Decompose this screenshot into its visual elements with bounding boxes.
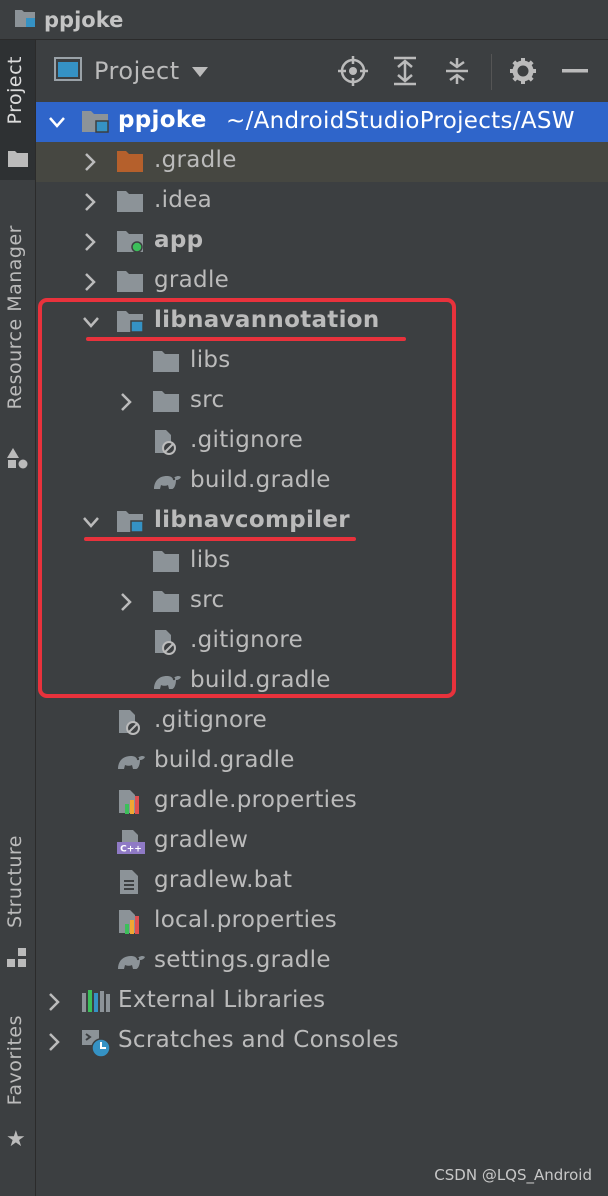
tree-item-build-gradle[interactable]: build.gradle [36, 742, 608, 782]
hide-icon[interactable] [558, 54, 592, 88]
folder-icon [116, 189, 144, 215]
tree-item-external-libraries[interactable]: External Libraries [36, 982, 608, 1022]
folder-icon [8, 150, 28, 172]
tree-item-label: .idea [154, 187, 213, 213]
locate-icon[interactable] [336, 54, 370, 88]
tree-item-label: Scratches and Consoles [118, 1027, 399, 1053]
gear-icon[interactable] [506, 54, 540, 88]
properties-file-icon [116, 789, 144, 815]
tab-structure[interactable]: Structure [0, 830, 35, 980]
project-view-selector[interactable]: Project [94, 57, 180, 85]
tree-item-gradle-properties[interactable]: gradle.properties [36, 782, 608, 822]
tree-item-gradlew-bat[interactable]: gradlew.bat [36, 862, 608, 902]
properties-file-icon [116, 909, 144, 935]
svg-text:C++: C++ [120, 845, 142, 855]
tree-item-label: .gitignore [154, 707, 268, 733]
tree-root-ppjoke[interactable]: ppjoke ~/AndroidStudioProjects/ASW [36, 102, 608, 142]
ignore-file-icon [116, 709, 144, 735]
watermark: CSDN @LQS_Android [434, 1166, 592, 1184]
tree-item-local-properties[interactable]: local.properties [36, 902, 608, 942]
tree-item-label: gradlew [154, 827, 249, 853]
chevron-down-icon[interactable] [191, 62, 208, 81]
highlight-underline [84, 537, 356, 541]
collapse-arrow-icon[interactable] [82, 191, 98, 213]
toolbar-divider [491, 54, 492, 90]
window-title: ppjoke [44, 7, 124, 32]
folder-icon [116, 269, 144, 295]
tab-structure-label: Structure [4, 835, 26, 928]
tree-item-label: gradle [154, 267, 230, 293]
tree-root-path: ~/AndroidStudioProjects/ASW [226, 108, 575, 134]
collapse-arrow-icon[interactable] [46, 991, 62, 1013]
gradle-elephant-icon [116, 949, 145, 975]
tree-item-scratches-and-consoles[interactable]: Scratches and Consoles [36, 1022, 608, 1062]
project-folder-icon [14, 8, 36, 32]
highlight-box [38, 298, 456, 698]
tab-project-label: Project [4, 56, 26, 125]
tree-item-label: local.properties [154, 907, 338, 933]
tab-favorites-label: Favorites [4, 1015, 26, 1106]
tree-item-label: build.gradle [154, 747, 295, 773]
tree-item-gitignore[interactable]: .gitignore [36, 702, 608, 742]
libraries-icon [81, 989, 110, 1015]
tab-resource-manager[interactable]: Resource Manager [0, 215, 35, 485]
expand-arrow-icon[interactable] [48, 114, 65, 136]
module-folder-icon [81, 109, 109, 135]
project-view-icon[interactable] [54, 57, 82, 85]
collapse-arrow-icon[interactable] [82, 271, 98, 293]
title-bar: ppjoke [0, 0, 608, 40]
app-module-icon [116, 229, 144, 255]
tree-item-app[interactable]: app [36, 222, 608, 262]
structure-icon [7, 947, 29, 973]
tool-window-strip: Project Resource Manager Structure Favor… [0, 40, 36, 1196]
tree-item-label: gradlew.bat [154, 867, 293, 893]
tree-item-gradle[interactable]: gradle [36, 262, 608, 302]
tab-favorites[interactable]: Favorites ★ [0, 1015, 35, 1155]
tab-project[interactable]: Project [0, 40, 35, 180]
text-file-icon [116, 869, 144, 895]
tree-item-dot-gradle[interactable]: .gradle [36, 142, 608, 182]
tree-item-label: External Libraries [118, 987, 326, 1013]
project-panel-header: Project [36, 40, 608, 102]
excluded-folder-icon [116, 149, 144, 175]
tree-item-label: settings.gradle [154, 947, 331, 973]
tree-item-label: .gradle [154, 147, 237, 173]
expand-all-icon[interactable] [388, 54, 422, 88]
shapes-icon [7, 448, 29, 474]
collapse-all-icon[interactable] [440, 54, 474, 88]
gradle-elephant-icon [116, 749, 145, 775]
tree-item-label: app [154, 227, 204, 253]
tree-item-settings-gradle[interactable]: settings.gradle [36, 942, 608, 982]
tree-item-gradlew[interactable]: C++ gradlew [36, 822, 608, 862]
tree-item-idea[interactable]: .idea [36, 182, 608, 222]
tree-item-label: gradle.properties [154, 787, 358, 813]
collapse-arrow-icon[interactable] [46, 1031, 62, 1053]
scratches-icon [81, 1029, 111, 1058]
collapse-arrow-icon[interactable] [82, 151, 98, 173]
tab-resource-manager-label: Resource Manager [4, 225, 26, 410]
highlight-underline [86, 337, 406, 341]
collapse-arrow-icon[interactable] [82, 231, 98, 253]
star-icon: ★ [6, 1127, 26, 1152]
tree-root-name: ppjoke [118, 107, 207, 133]
cpp-file-icon: C++ [116, 829, 145, 855]
